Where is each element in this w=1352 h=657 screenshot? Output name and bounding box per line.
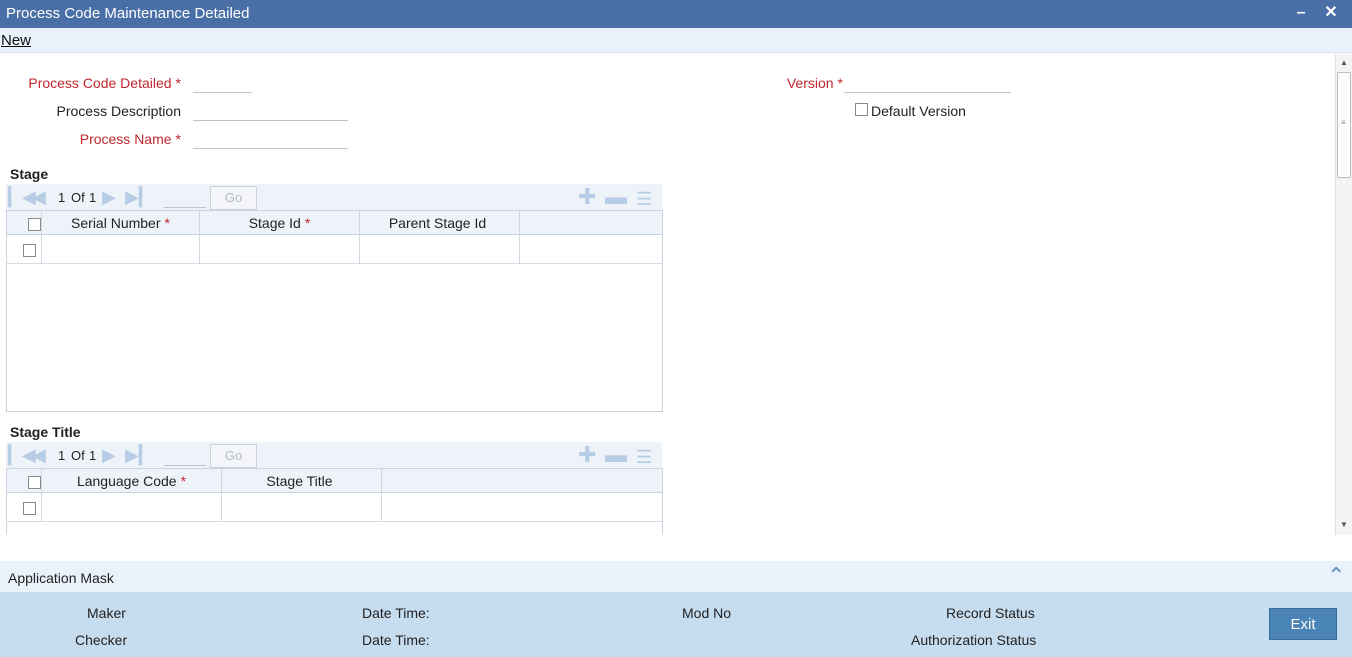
- stage-title-cell[interactable]: [222, 493, 382, 522]
- stage-section-title: Stage: [10, 166, 49, 182]
- main-content: Process Code Detailed * Process Descripti…: [0, 54, 1334, 535]
- stage-go-button[interactable]: Go: [210, 186, 257, 210]
- next-page-icon[interactable]: ▶: [102, 188, 116, 206]
- stage-title-select-all-checkbox[interactable]: [28, 476, 41, 489]
- language-code-cell[interactable]: [42, 493, 222, 522]
- stage-title-page-input[interactable]: [164, 446, 206, 466]
- stage-title-of-label: Of: [71, 448, 85, 463]
- row-select-checkbox[interactable]: [23, 502, 36, 515]
- stage-grid: Serial Number * Stage Id * Parent Stage Id: [6, 210, 663, 412]
- stage-title-section-title: Stage Title: [10, 424, 81, 440]
- version-label: Version *: [786, 75, 843, 91]
- minimize-icon[interactable]: –: [1291, 2, 1311, 24]
- stage-id-cell[interactable]: [200, 235, 360, 264]
- previous-page-icon[interactable]: ◀: [32, 446, 46, 464]
- last-page-icon[interactable]: ▶▎: [125, 188, 153, 206]
- authorization-status-label: Authorization Status: [911, 632, 1037, 648]
- scroll-down-icon[interactable]: ▼: [1339, 520, 1349, 529]
- list-detail-icon[interactable]: ☰: [636, 188, 652, 210]
- add-row-icon[interactable]: ✚: [578, 444, 596, 466]
- menubar: New: [0, 28, 1352, 53]
- stage-title-go-button[interactable]: Go: [210, 444, 257, 468]
- stage-total-pages: 1: [89, 190, 97, 205]
- next-page-icon[interactable]: ▶: [102, 446, 116, 464]
- record-status-label: Record Status: [946, 605, 1035, 621]
- new-link[interactable]: New: [1, 32, 31, 49]
- default-version-checkbox[interactable]: [855, 103, 868, 116]
- stage-of-label: Of: [71, 190, 85, 205]
- previous-page-icon[interactable]: ◀: [32, 188, 46, 206]
- stage-page-input[interactable]: [164, 188, 206, 208]
- default-version-label: Default Version: [871, 103, 966, 119]
- table-row: [7, 235, 662, 264]
- process-name-label: Process Name *: [79, 131, 181, 147]
- row-select-checkbox[interactable]: [23, 244, 36, 257]
- stage-grid-header: Serial Number * Stage Id * Parent Stage Id: [7, 211, 662, 235]
- maker-date-time-label: Date Time:: [362, 605, 430, 621]
- grip-icon: ≡: [1341, 118, 1346, 127]
- stage-select-all-checkbox[interactable]: [28, 218, 41, 231]
- stage-current-page: 1: [58, 190, 66, 205]
- checker-label: Checker: [75, 632, 128, 648]
- scroll-up-icon[interactable]: ▲: [1339, 58, 1349, 67]
- mod-no-label: Mod No: [682, 605, 732, 621]
- process-code-input[interactable]: [193, 71, 252, 93]
- add-row-icon[interactable]: ✚: [578, 186, 596, 208]
- close-icon[interactable]: ✕: [1321, 2, 1341, 24]
- checker-date-time-label: Date Time:: [362, 632, 430, 648]
- application-mask-bar: Application Mask ⌃: [0, 561, 1352, 592]
- process-code-label: Process Code Detailed *: [28, 75, 181, 91]
- stage-title-current-page: 1: [58, 448, 66, 463]
- stage-title-total-pages: 1: [89, 448, 97, 463]
- vertical-scrollbar[interactable]: ▲ ≡ ▼: [1335, 54, 1352, 535]
- version-input[interactable]: [844, 71, 1011, 93]
- process-description-label: Process Description: [56, 103, 182, 119]
- process-name-input[interactable]: [193, 127, 348, 149]
- stage-title-pager: ▎◀ ◀ 1 Of 1 ▶ ▶▎ Go ✚ ▬ ☰: [6, 442, 662, 468]
- stage-title-column-stage-title: Stage Title: [222, 469, 382, 493]
- audit-footer: Maker Checker Date Time: Date Time: Mod …: [0, 592, 1352, 657]
- delete-row-icon[interactable]: ▬: [605, 444, 627, 466]
- stage-title-grid: Language Code * Stage Title: [6, 468, 663, 535]
- chevron-up-icon[interactable]: ⌃: [1327, 563, 1345, 589]
- list-detail-icon[interactable]: ☰: [636, 446, 652, 468]
- stage-title-column-language-code: Language Code *: [42, 469, 222, 493]
- serial-number-cell[interactable]: [42, 235, 200, 264]
- parent-stage-id-cell[interactable]: [360, 235, 520, 264]
- scrollbar-thumb[interactable]: ≡: [1337, 72, 1351, 178]
- maker-label: Maker: [87, 605, 126, 621]
- stage-column-stage-id: Stage Id *: [200, 211, 360, 235]
- window-titlebar: Process Code Maintenance Detailed – ✕: [0, 0, 1352, 28]
- window-title: Process Code Maintenance Detailed: [6, 5, 250, 22]
- exit-button[interactable]: Exit: [1269, 608, 1337, 640]
- stage-column-parent-stage-id: Parent Stage Id: [360, 211, 520, 235]
- stage-column-serial-number: Serial Number *: [42, 211, 200, 235]
- stage-pager: ▎◀ ◀ 1 Of 1 ▶ ▶▎ Go ✚ ▬ ☰: [6, 184, 662, 210]
- last-page-icon[interactable]: ▶▎: [125, 446, 153, 464]
- application-mask-label: Application Mask: [8, 570, 114, 586]
- delete-row-icon[interactable]: ▬: [605, 186, 627, 208]
- table-row: [7, 493, 662, 522]
- process-description-input[interactable]: [193, 99, 348, 121]
- stage-title-grid-header: Language Code * Stage Title: [7, 469, 662, 493]
